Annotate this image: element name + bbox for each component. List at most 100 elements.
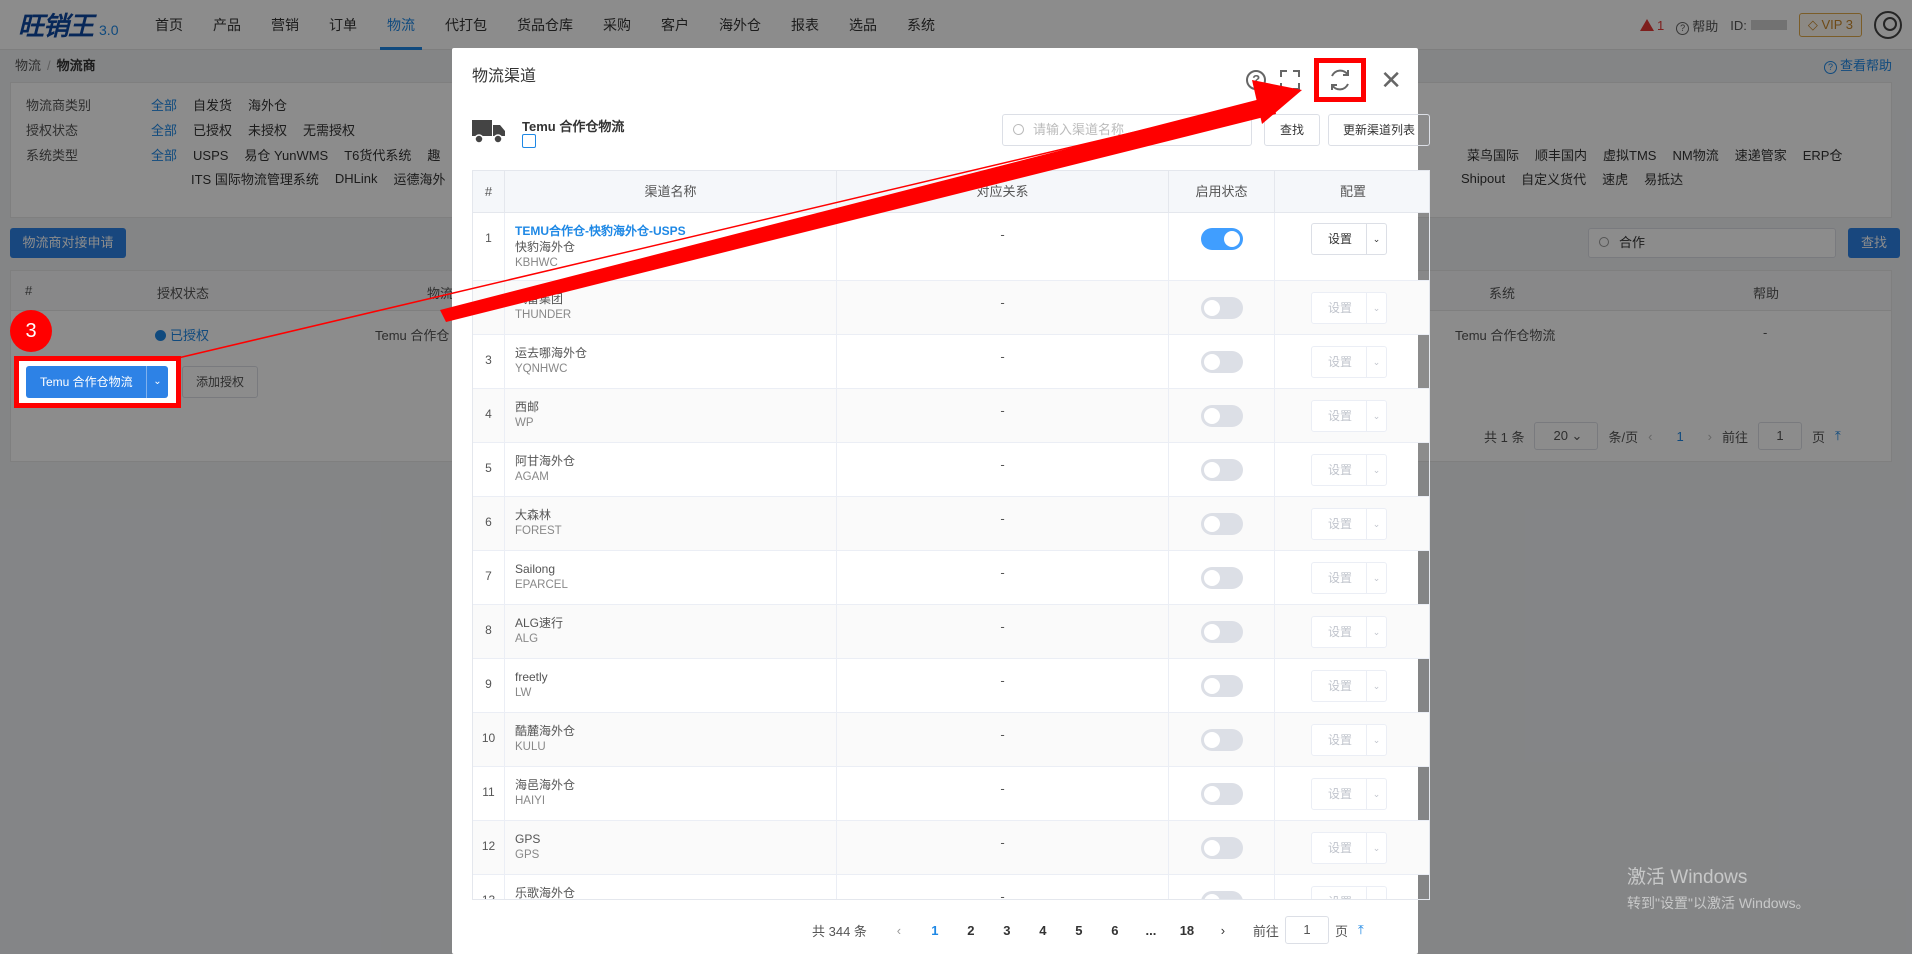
chevron-down-icon[interactable]: ⌄ (1366, 671, 1386, 701)
channel-name: Sailong (515, 562, 556, 576)
config-label: 设置 (1328, 841, 1353, 855)
channel-name-cell: 乐歌海外仓 (505, 875, 837, 900)
chevron-down-icon[interactable]: ⌄ (1366, 563, 1386, 593)
config-dropdown-button[interactable]: 设置 ⌄ (1311, 508, 1387, 540)
help-icon[interactable]: ? (1246, 70, 1267, 90)
channel-name-cell: 阿甘海外仓 AGAM (505, 443, 837, 496)
config-dropdown-button[interactable]: 设置 ⌄ (1311, 832, 1387, 864)
page-number[interactable]: 6 (1097, 923, 1133, 938)
enable-toggle[interactable] (1201, 621, 1243, 643)
next-page-icon[interactable]: › (1205, 923, 1241, 938)
row-num: 7 (473, 551, 505, 604)
enable-toggle[interactable] (1201, 729, 1243, 751)
config-dropdown-button[interactable]: 设置 ⌄ (1311, 778, 1387, 810)
channel-name: 乐歌海外仓 (515, 886, 576, 900)
row-num: 8 (473, 605, 505, 658)
fullscreen-corner (1293, 70, 1301, 77)
config-dropdown-button[interactable]: 设置 ⌄ (1311, 223, 1387, 255)
config-dropdown-button[interactable]: 设置 ⌄ (1311, 400, 1387, 432)
page-number[interactable]: 18 (1169, 923, 1205, 938)
fullscreen-corner (1280, 83, 1288, 90)
page-number[interactable]: 5 (1061, 923, 1097, 938)
channel-name[interactable]: TEMU合作仓-快豹海外仓-USPS (515, 223, 836, 239)
chevron-down-icon[interactable]: ⌄ (1366, 455, 1386, 485)
enable-toggle[interactable] (1201, 513, 1243, 535)
scroll-top-icon[interactable]: ⤒ (1358, 922, 1364, 938)
config-dropdown-button[interactable]: 设置 ⌄ (1311, 724, 1387, 756)
chevron-down-icon[interactable]: ⌄ (1366, 401, 1386, 431)
channel-code: KBHWC (515, 257, 558, 269)
config-cell: 设置 ⌄ (1275, 213, 1429, 280)
page-number[interactable]: 1 (917, 923, 953, 938)
enabled-cell (1169, 875, 1275, 899)
enable-toggle[interactable] (1201, 405, 1243, 427)
config-dropdown-button[interactable]: 设置 ⌄ (1311, 886, 1387, 899)
config-dropdown-button[interactable]: 设置 ⌄ (1311, 292, 1387, 324)
temu-carrier-button[interactable]: Temu 合作仓物流 ⌄ (26, 366, 168, 398)
chevron-down-icon[interactable]: ⌄ (1366, 887, 1386, 899)
row-num: 4 (473, 389, 505, 442)
chevron-down-icon[interactable]: ⌄ (146, 366, 168, 398)
chevron-down-icon[interactable]: ⌄ (1366, 779, 1386, 809)
fullscreen-corner (1293, 83, 1301, 90)
fullscreen-icon[interactable] (1280, 70, 1301, 90)
channel-sub: ALG (515, 633, 539, 645)
channel-row: 11 海邑海外仓 HAIYI - 设置 ⌄ (473, 767, 1429, 821)
enabled-cell (1169, 213, 1275, 280)
channel-name-cell: 西邮 WP (505, 389, 837, 442)
page-number[interactable]: 2 (953, 923, 989, 938)
enable-toggle[interactable] (1201, 675, 1243, 697)
channel-search-input[interactable]: 请输入渠道名称 (1002, 114, 1252, 146)
enabled-cell (1169, 443, 1275, 496)
prev-page-icon[interactable]: ‹ (881, 923, 917, 938)
chevron-down-icon[interactable]: ⌄ (1366, 833, 1386, 863)
chevron-down-icon[interactable]: ⌄ (1366, 293, 1386, 323)
channel-row: 4 西邮 WP - 设置 ⌄ (473, 389, 1429, 443)
enabled-cell (1169, 821, 1275, 874)
dialog-carrier-name: Temu 合作仓物流 (522, 119, 625, 134)
config-dropdown-button[interactable]: 设置 ⌄ (1311, 670, 1387, 702)
config-dropdown-button[interactable]: 设置 ⌄ (1311, 454, 1387, 486)
config-cell: 设置 ⌄ (1275, 389, 1429, 442)
config-dropdown-button[interactable]: 设置 ⌄ (1311, 562, 1387, 594)
config-dropdown-button[interactable]: 设置 ⌄ (1311, 616, 1387, 648)
refresh-icon[interactable] (1327, 67, 1353, 93)
enable-toggle[interactable] (1201, 837, 1243, 859)
chevron-down-icon[interactable]: ⌄ (1366, 725, 1386, 755)
watermark-line2: 转到"设置"以激活 Windows。 (1627, 895, 1810, 911)
chevron-down-icon[interactable]: ⌄ (1366, 224, 1386, 254)
row-num: 3 (473, 335, 505, 388)
config-label: 设置 (1328, 355, 1353, 369)
channel-find-button[interactable]: 查找 (1264, 114, 1320, 146)
close-icon[interactable]: ✕ (1380, 67, 1402, 93)
chevron-down-icon[interactable]: ⌄ (1366, 509, 1386, 539)
enabled-cell (1169, 389, 1275, 442)
enable-toggle[interactable] (1201, 891, 1243, 899)
page-number[interactable]: ... (1133, 923, 1169, 938)
channel-name-cell: GPS GPS (505, 821, 837, 874)
config-dropdown-button[interactable]: 设置 ⌄ (1311, 346, 1387, 378)
chevron-down-icon[interactable]: ⌄ (1366, 347, 1386, 377)
config-cell: 设置 ⌄ (1275, 443, 1429, 496)
enable-toggle[interactable] (1201, 567, 1243, 589)
enable-toggle[interactable] (1201, 297, 1243, 319)
enabled-cell (1169, 713, 1275, 766)
channel-row: 7 Sailong EPARCEL - 设置 ⌄ (473, 551, 1429, 605)
edit-icon[interactable] (522, 134, 536, 148)
channel-name-cell: 运去哪海外仓 YQNHWC (505, 335, 837, 388)
col-enabled: 启用状态 (1169, 171, 1275, 213)
update-channel-list-button[interactable]: 更新渠道列表 (1328, 114, 1430, 146)
enabled-cell (1169, 335, 1275, 388)
config-cell: 设置 ⌄ (1275, 875, 1429, 899)
channel-name-cell: 风雷集团 THUNDER (505, 281, 837, 334)
enable-toggle[interactable] (1201, 459, 1243, 481)
enable-toggle[interactable] (1201, 351, 1243, 373)
enable-toggle[interactable] (1201, 228, 1243, 250)
enable-toggle[interactable] (1201, 783, 1243, 805)
page-number[interactable]: 3 (989, 923, 1025, 938)
row-num: 11 (473, 767, 505, 820)
chevron-down-icon[interactable]: ⌄ (1366, 617, 1386, 647)
goto-page-input[interactable]: 1 (1284, 916, 1329, 944)
page-number[interactable]: 4 (1025, 923, 1061, 938)
fullscreen-corner (1280, 70, 1288, 77)
